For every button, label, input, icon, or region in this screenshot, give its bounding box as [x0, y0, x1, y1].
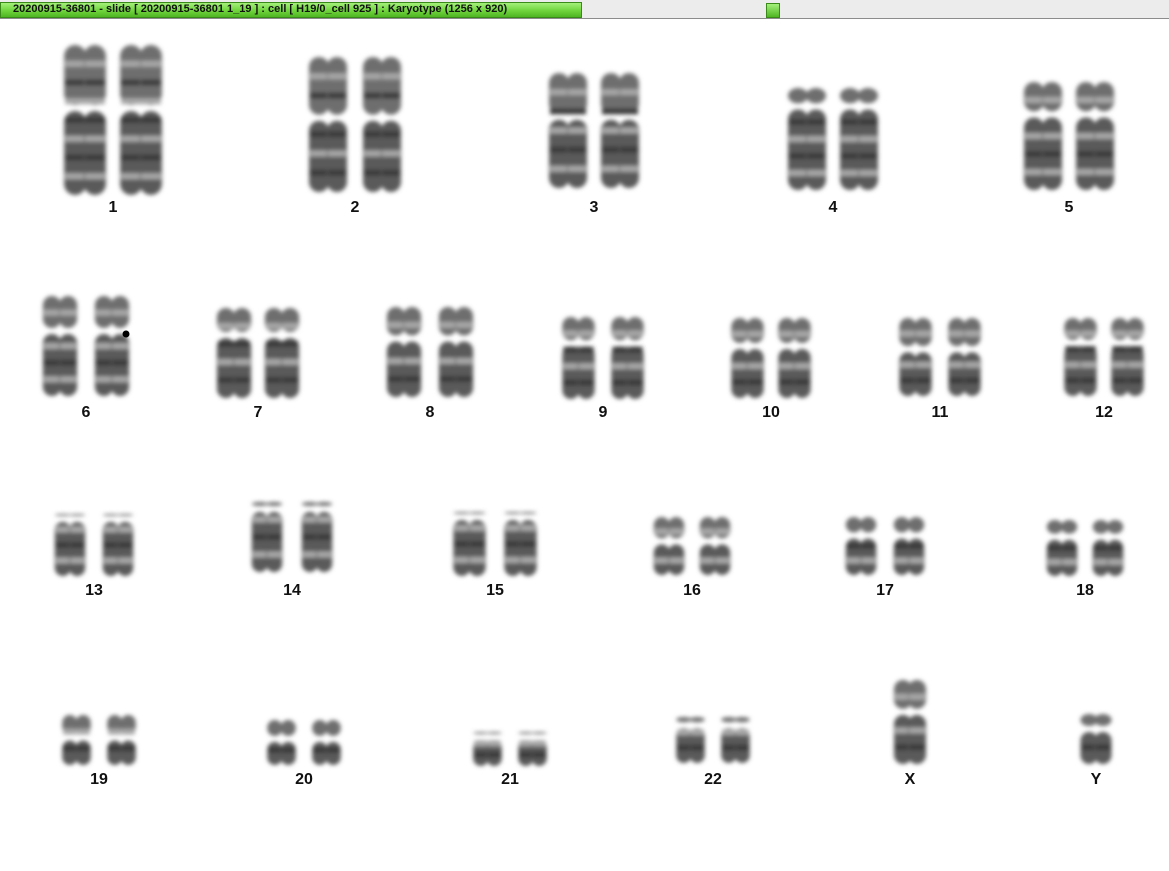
- chromosome-label-3: 3: [589, 199, 599, 216]
- chromosome-label-9: 9: [598, 404, 608, 421]
- chromosome-label-21: 21: [501, 771, 519, 788]
- chromosome-label-13: 13: [85, 582, 103, 599]
- chromosome-x-image: [894, 680, 926, 764]
- chromosome-7-image: [216, 308, 300, 398]
- chromosome-12-image: [1064, 318, 1144, 396]
- chromosome-16-image: [653, 517, 731, 575]
- chromosome-22-image: [676, 717, 750, 763]
- chromosome-label-8: 8: [425, 404, 435, 421]
- title-marker[interactable]: [766, 3, 780, 18]
- chromosome-19-image: [62, 715, 136, 765]
- chromosome-label-16: 16: [683, 582, 701, 599]
- chromosome-3-image: [549, 73, 639, 188]
- chromosome-label-17: 17: [876, 582, 894, 599]
- chromosome-label-18: 18: [1076, 582, 1094, 599]
- chromosome-label-4: 4: [828, 199, 838, 216]
- marker-dot: [122, 330, 130, 338]
- chromosome-label-15: 15: [486, 582, 504, 599]
- chromosome-label-2: 2: [350, 199, 360, 216]
- chromosome-18-image: [1046, 520, 1124, 576]
- chromosome-label-y: Y: [1090, 771, 1102, 788]
- chromosome-label-19: 19: [90, 771, 108, 788]
- chromosome-4-image: [788, 88, 878, 190]
- karyogram: 1 2 3 4 5 6 7 8 9 10 11 12 13 14 15 16 17 18 19 20 21 22 X Y: [0, 20, 1169, 871]
- chromosome-2-image: [309, 57, 401, 192]
- chromosome-9-image: [562, 317, 644, 399]
- chromosome-label-10: 10: [762, 404, 780, 421]
- chromosome-label-5: 5: [1064, 199, 1074, 216]
- window-title: 20200915-36801 - slide [ 20200915-36801 …: [13, 3, 508, 15]
- chromosome-label-1: 1: [108, 199, 118, 216]
- chromosome-10-image: [731, 318, 811, 398]
- chromosome-20-image: [267, 720, 341, 765]
- chromosome-6-image: [42, 296, 130, 396]
- chromosome-label-7: 7: [253, 404, 263, 421]
- chromosome-images: [42, 45, 1144, 766]
- chromosome-label-20: 20: [295, 771, 313, 788]
- chromosome-8-image: [386, 307, 474, 397]
- chromosome-13-image: [54, 514, 134, 576]
- chromosome-label-22: 22: [704, 771, 722, 788]
- chromosome-y-image: [1080, 714, 1112, 764]
- chromosome-11-image: [899, 318, 981, 396]
- chromosome-label-14: 14: [283, 582, 301, 599]
- chromosome-5-image: [1024, 82, 1114, 190]
- chromosome-label-x: X: [904, 771, 916, 788]
- window-title-bar: 20200915-36801 - slide [ 20200915-36801 …: [0, 0, 1169, 19]
- chromosome-15-image: [453, 512, 537, 576]
- chromosome-14-image: [251, 502, 333, 572]
- chromosome-21-image: [473, 732, 547, 766]
- chromosome-label-12: 12: [1095, 404, 1113, 421]
- chromosome-label-6: 6: [81, 404, 91, 421]
- chromosome-1-image: [64, 45, 162, 195]
- chromosome-label-11: 11: [931, 404, 949, 421]
- chromosome-17-image: [845, 517, 925, 575]
